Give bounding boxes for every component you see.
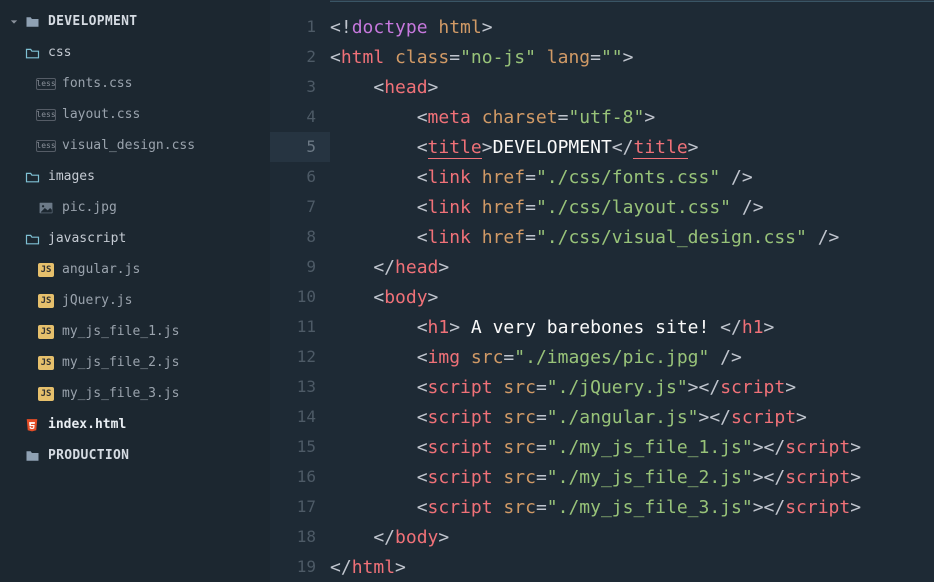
file-fonts-css[interactable]: less fonts.css (0, 68, 270, 99)
code-editor[interactable]: <!doctype html> <html class="no-js" lang… (330, 0, 934, 582)
file-label: index.html (48, 417, 126, 432)
chevron-down-icon (8, 16, 20, 28)
file-label: fonts.css (62, 76, 132, 91)
code-line-7[interactable]: <link href="./css/layout.css" /> (330, 193, 934, 223)
file-pic-jpg[interactable]: pic.jpg (0, 192, 270, 223)
line-number: 2 (270, 42, 330, 72)
folder-open-icon (24, 169, 40, 185)
line-number: 13 (270, 372, 330, 402)
folder-label: javascript (48, 231, 126, 246)
image-icon (38, 200, 54, 216)
less-badge-icon: less (38, 107, 54, 123)
folder-javascript[interactable]: javascript (0, 223, 270, 254)
folder-development[interactable]: DEVELOPMENT (0, 6, 270, 37)
file-label: my_js_file_3.js (62, 386, 179, 401)
code-line-18[interactable]: </body> (330, 523, 934, 553)
folder-open-icon (24, 45, 40, 61)
code-line-5[interactable]: <title>DEVELOPMENT</title> (330, 133, 934, 163)
file-label: my_js_file_1.js (62, 324, 179, 339)
folder-production[interactable]: PRODUCTION (0, 440, 270, 471)
code-line-2[interactable]: <html class="no-js" lang=""> (330, 43, 934, 73)
file-myjs2[interactable]: JS my_js_file_2.js (0, 347, 270, 378)
code-line-14[interactable]: <script src="./angular.js"></script> (330, 403, 934, 433)
js-badge-icon: JS (38, 355, 54, 371)
line-number: 6 (270, 162, 330, 192)
folder-label: DEVELOPMENT (48, 14, 137, 29)
code-line-19[interactable]: </html> (330, 553, 934, 582)
folder-icon (24, 448, 40, 464)
file-label: visual_design.css (62, 138, 195, 153)
folder-images[interactable]: images (0, 161, 270, 192)
code-line-12[interactable]: <img src="./images/pic.jpg" /> (330, 343, 934, 373)
line-number-active: 5 (270, 132, 330, 162)
file-myjs1[interactable]: JS my_js_file_1.js (0, 316, 270, 347)
js-badge-icon: JS (38, 324, 54, 340)
line-number-gutter: 1 2 3 4 5 6 7 8 9 10 11 12 13 14 15 16 1… (270, 0, 330, 582)
line-number: 4 (270, 102, 330, 132)
line-number: 19 (270, 552, 330, 582)
line-number: 7 (270, 192, 330, 222)
code-line-9[interactable]: </head> (330, 253, 934, 283)
code-line-4[interactable]: <meta charset="utf-8"> (330, 103, 934, 133)
js-badge-icon: JS (38, 386, 54, 402)
folder-label: css (48, 45, 71, 60)
less-badge-icon: less (38, 76, 54, 92)
file-index-html[interactable]: index.html (0, 409, 270, 440)
js-badge-icon: JS (38, 293, 54, 309)
line-number: 16 (270, 462, 330, 492)
line-number: 3 (270, 72, 330, 102)
file-jquery-js[interactable]: JS jQuery.js (0, 285, 270, 316)
line-number: 14 (270, 402, 330, 432)
line-number: 9 (270, 252, 330, 282)
file-tree-sidebar[interactable]: DEVELOPMENT css less fonts.css less layo… (0, 0, 270, 582)
code-line-8[interactable]: <link href="./css/visual_design.css" /> (330, 223, 934, 253)
file-label: angular.js (62, 262, 140, 277)
code-line-13[interactable]: <script src="./jQuery.js"></script> (330, 373, 934, 403)
code-line-3[interactable]: <head> (330, 73, 934, 103)
file-layout-css[interactable]: less layout.css (0, 99, 270, 130)
line-number: 15 (270, 432, 330, 462)
line-number: 1 (270, 12, 330, 42)
code-line-11[interactable]: <h1> A very barebones site! </h1> (330, 313, 934, 343)
file-label: jQuery.js (62, 293, 132, 308)
file-visual-design-css[interactable]: less visual_design.css (0, 130, 270, 161)
code-line-16[interactable]: <script src="./my_js_file_2.js"></script… (330, 463, 934, 493)
line-number: 8 (270, 222, 330, 252)
js-badge-icon: JS (38, 262, 54, 278)
folder-css[interactable]: css (0, 37, 270, 68)
code-line-6[interactable]: <link href="./css/fonts.css" /> (330, 163, 934, 193)
html5-icon (24, 417, 40, 433)
file-label: layout.css (62, 107, 140, 122)
line-number: 17 (270, 492, 330, 522)
file-angular-js[interactable]: JS angular.js (0, 254, 270, 285)
line-number: 11 (270, 312, 330, 342)
code-line-1[interactable]: <!doctype html> (330, 13, 934, 43)
line-number: 10 (270, 282, 330, 312)
code-line-10[interactable]: <body> (330, 283, 934, 313)
file-label: pic.jpg (62, 200, 117, 215)
folder-open-icon (24, 231, 40, 247)
file-label: my_js_file_2.js (62, 355, 179, 370)
code-line-15[interactable]: <script src="./my_js_file_1.js"></script… (330, 433, 934, 463)
folder-label: PRODUCTION (48, 448, 129, 463)
less-badge-icon: less (38, 138, 54, 154)
line-number: 18 (270, 522, 330, 552)
code-line-17[interactable]: <script src="./my_js_file_3.js"></script… (330, 493, 934, 523)
line-number: 12 (270, 342, 330, 372)
folder-label: images (48, 169, 95, 184)
folder-icon (24, 14, 40, 30)
file-myjs3[interactable]: JS my_js_file_3.js (0, 378, 270, 409)
